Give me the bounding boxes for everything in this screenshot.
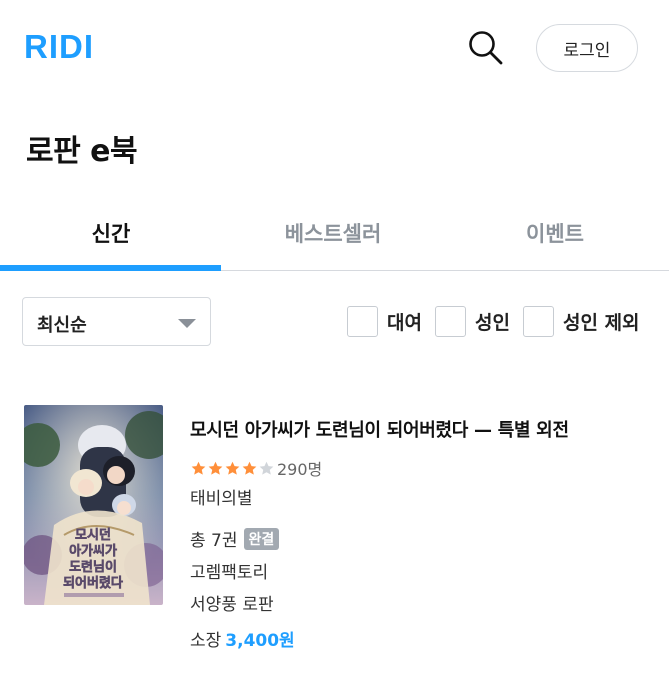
filter-exclude-adult[interactable]: 성인 제외 bbox=[523, 305, 640, 338]
sort-selected-label: 최신순 bbox=[37, 315, 87, 336]
book-volumes: 총 7권 bbox=[190, 531, 238, 551]
book-price: 소장 3,400원 bbox=[190, 626, 295, 651]
ridi-logo[interactable]: RIDI bbox=[24, 28, 94, 66]
book-title[interactable]: 모시던 아가씨가 도련님이 되어버렸다 — 특별 외전 bbox=[190, 416, 569, 442]
star-icon bbox=[225, 461, 240, 475]
book-volume-info: 총 7권 완결 bbox=[190, 526, 280, 551]
star-icon bbox=[259, 461, 274, 475]
tab-event[interactable]: 이벤트 bbox=[444, 196, 666, 270]
category-tabs: 신간 베스트셀러 이벤트 bbox=[0, 196, 669, 271]
book-genre: 서양풍 로판 bbox=[190, 595, 274, 615]
chevron-down-icon bbox=[178, 319, 196, 328]
filter-rental-label: 대여 bbox=[387, 312, 422, 334]
filter-adult-label: 성인 bbox=[475, 312, 510, 334]
status-badge: 완결 bbox=[243, 528, 280, 550]
search-button[interactable] bbox=[466, 28, 506, 68]
star-icon bbox=[208, 461, 223, 475]
star-icon bbox=[242, 461, 257, 475]
active-tab-indicator bbox=[0, 265, 221, 271]
book-cover-image[interactable]: 모시던 아가씨가 도련님이 되어버렸다 bbox=[24, 405, 163, 605]
price-label: 소장 bbox=[190, 631, 222, 651]
sort-dropdown[interactable]: 최신순 bbox=[22, 297, 211, 346]
exclude-adult-checkbox[interactable] bbox=[523, 306, 554, 337]
svg-text:아가씨가: 아가씨가 bbox=[69, 543, 117, 559]
login-button[interactable]: 로그인 bbox=[536, 24, 638, 72]
tab-bestseller[interactable]: 베스트셀러 bbox=[222, 196, 444, 270]
star-icon bbox=[191, 461, 206, 475]
rating-count: 290명 bbox=[277, 460, 323, 479]
book-publisher[interactable]: 고렘팩토리 bbox=[190, 558, 268, 583]
filter-rental[interactable]: 대여 bbox=[347, 305, 422, 338]
filter-exclude-adult-label: 성인 제외 bbox=[563, 312, 640, 334]
rating-stars bbox=[190, 460, 275, 477]
book-author[interactable]: 태비의별 bbox=[190, 484, 253, 509]
tab-new[interactable]: 신간 bbox=[0, 196, 222, 270]
svg-text:도련님이: 도련님이 bbox=[69, 559, 117, 575]
rental-checkbox[interactable] bbox=[347, 306, 378, 337]
svg-text:모시던: 모시던 bbox=[75, 527, 111, 543]
adult-checkbox[interactable] bbox=[435, 306, 466, 337]
search-icon bbox=[469, 31, 503, 65]
page-title: 로판 e북 bbox=[26, 134, 138, 169]
svg-text:되어버렸다: 되어버렸다 bbox=[63, 575, 123, 591]
app-header: RIDI 로그인 bbox=[0, 0, 669, 96]
filter-adult[interactable]: 성인 bbox=[435, 305, 510, 338]
cover-illustration: 모시던 아가씨가 도련님이 되어버렸다 bbox=[24, 405, 163, 605]
book-rating: 290명 bbox=[190, 456, 322, 480]
price-value: 3,400원 bbox=[225, 631, 295, 651]
book-list-item[interactable]: 모시던 아가씨가 도련님이 되어버렸다 모시던 아가씨가 도련님이 되어버렸다 … bbox=[0, 400, 669, 660]
